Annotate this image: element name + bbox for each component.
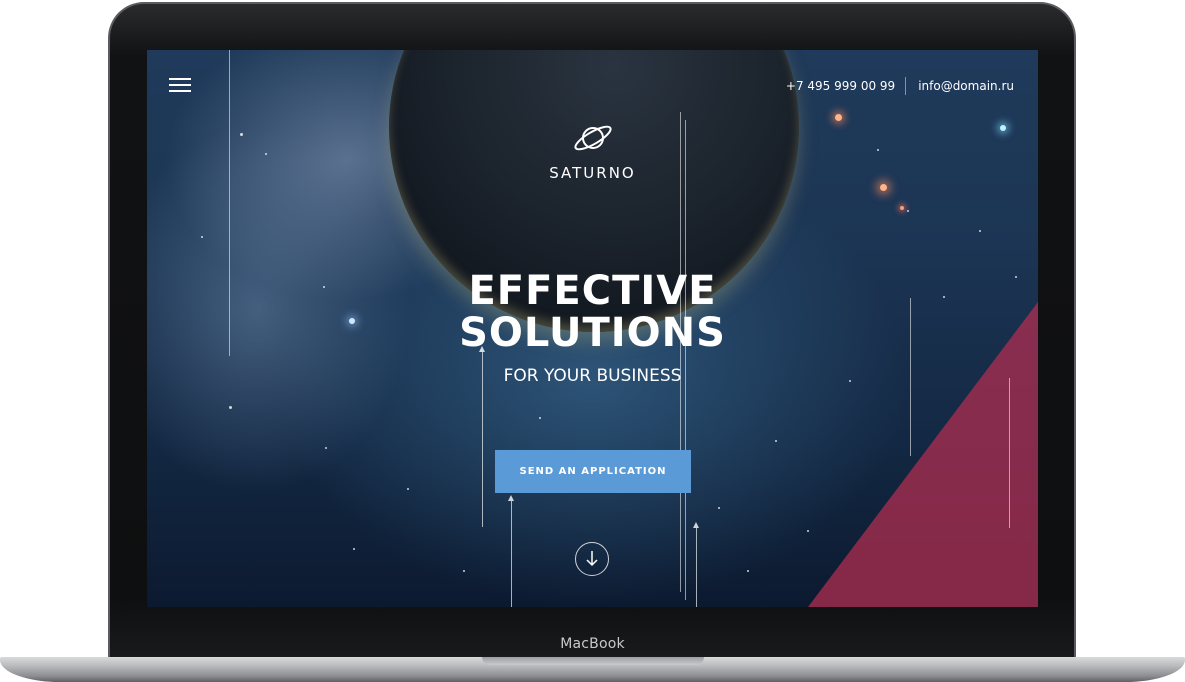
decor-arrow-line: [693, 522, 699, 607]
phone-link[interactable]: +7 495 999 00 99: [786, 79, 895, 93]
star: [353, 548, 355, 550]
hamburger-menu-icon: [169, 78, 191, 80]
scroll-down-button[interactable]: [575, 542, 609, 576]
star: [979, 230, 981, 232]
decor-line: [685, 120, 686, 600]
laptop-mockup: +7 495 999 00 99 info@domain.ru SATURNO …: [0, 0, 1185, 682]
arrow-down-circle-icon: [586, 551, 598, 567]
email-link[interactable]: info@domain.ru: [918, 79, 1014, 93]
star: [229, 406, 232, 409]
star: [407, 488, 409, 490]
star: [907, 210, 909, 212]
decor-arrow-line: [508, 495, 514, 607]
star-glow: [900, 206, 904, 210]
send-application-button[interactable]: SEND AN APPLICATION: [495, 450, 691, 493]
menu-button[interactable]: [169, 78, 193, 94]
star: [718, 507, 720, 509]
star: [539, 417, 541, 419]
laptop-hinge-notch: [482, 657, 704, 665]
decor-line: [1009, 378, 1010, 528]
hero-title-line1: EFFECTIVE: [468, 268, 717, 314]
hero-subtitle: FOR YOUR BUSINESS: [503, 366, 682, 386]
saturn-planet-icon: [573, 125, 612, 151]
star: [775, 440, 777, 442]
star: [463, 570, 465, 572]
header-contacts: +7 495 999 00 99 info@domain.ru: [786, 77, 1014, 95]
star-glow: [880, 184, 887, 191]
contacts-divider: [905, 77, 907, 95]
star: [807, 530, 809, 532]
hamburger-menu-icon-bar: [169, 90, 191, 92]
device-brand-label: MacBook: [560, 636, 625, 652]
hero-title-line2: SOLUTIONS: [459, 310, 726, 356]
hamburger-menu-icon-bar: [169, 84, 191, 86]
site-logo[interactable]: SATURNO: [147, 120, 1038, 182]
star: [201, 236, 203, 238]
hero-title: EFFECTIVE SOLUTIONS: [147, 270, 1038, 354]
star: [747, 570, 749, 572]
site-logo-name: SATURNO: [549, 164, 636, 182]
website-screen: +7 495 999 00 99 info@domain.ru SATURNO …: [147, 50, 1038, 607]
star: [325, 447, 327, 449]
